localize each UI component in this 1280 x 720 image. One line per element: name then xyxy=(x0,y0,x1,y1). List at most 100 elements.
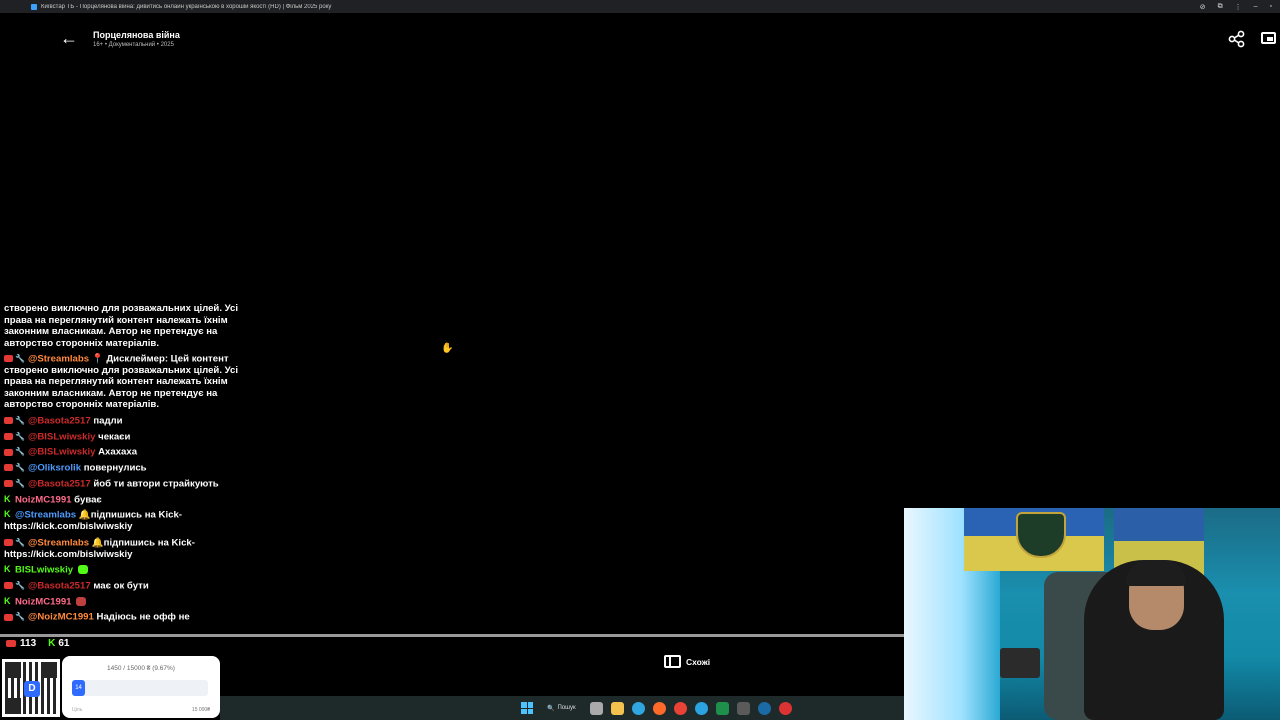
chat-message: K NoizMC1991 буває xyxy=(4,494,240,506)
menu-icon[interactable]: ⋮ xyxy=(1235,3,1242,11)
donation-goal-widget: 1450 / 15000 ₴ (9.67%) 14 Ціль 15 000₴ xyxy=(62,656,220,718)
taskbar-icons: 🔍 Пошук xyxy=(521,701,792,715)
chat-truncated-message: створено виключно для розважальних цілей… xyxy=(4,303,239,349)
donation-goal-amount: 15 000₴ xyxy=(191,707,210,713)
chat-username: @BlSLwiwskiy xyxy=(27,446,96,458)
chat-username: @Streamlabs xyxy=(15,509,77,521)
taskbar-search[interactable]: 🔍 Пошук xyxy=(541,701,582,715)
chat-text: Ахахаха xyxy=(95,446,138,458)
chat-message: K @Streamlabs 🔔підпишись на Kick- https:/… xyxy=(4,509,240,532)
chat-username: @NoizMC1991 xyxy=(27,611,94,623)
youtube-icon xyxy=(4,582,13,590)
moderator-badge-icon: 🔧 xyxy=(15,478,25,488)
chat-text: чекаєи xyxy=(95,430,131,442)
moderator-badge-icon: 🔧 xyxy=(15,463,25,473)
search-icon: 🔍 xyxy=(547,705,555,712)
donation-qr-code: D xyxy=(2,659,60,717)
movie-meta: 16+ • Документальний • 2025 xyxy=(93,42,174,48)
steam-icon[interactable] xyxy=(757,701,771,715)
viewer-counts: 113 K 61 xyxy=(6,638,70,649)
chat-text: йоб ти автори страйкують xyxy=(90,478,219,490)
kick-icon: K xyxy=(4,493,11,504)
chat-username: @Basota2517 xyxy=(27,580,91,592)
donation-progress-fill: 14 xyxy=(72,680,86,696)
donation-progress-track xyxy=(72,680,208,696)
chat-username: @BlSLwiwskiy xyxy=(27,430,96,442)
chat-overlay: створено виключно для розважальних цілей… xyxy=(4,303,240,627)
kick-icon: K xyxy=(4,509,11,520)
terminal-icon[interactable] xyxy=(736,701,750,715)
chat-message: 🔧 @Streamlabs 📍 Дисклеймер: Цей контент с… xyxy=(4,353,240,411)
youtube-icon xyxy=(4,355,13,363)
chat-message: 🔧 @BlSLwiwskiy чекаєи xyxy=(4,431,240,443)
youtube-icon xyxy=(4,417,13,425)
chat-text xyxy=(72,596,75,607)
kick-icon: K xyxy=(48,638,56,649)
chat-text: падли xyxy=(90,415,123,427)
screen: Київстар ТБ - Порцелянова війна: дивитис… xyxy=(0,0,1280,720)
restore-button[interactable]: ▫ xyxy=(1270,3,1272,11)
chat-text: повернулись xyxy=(81,462,147,474)
chat-message: 🔧 @Basota2517 має ок бути xyxy=(4,580,240,592)
youtube-icon xyxy=(4,480,13,488)
chat-message: 🔧 @Streamlabs 🔔підпишись на Kick- https:/… xyxy=(4,537,240,560)
movie-title: Порцелянова війна xyxy=(93,30,180,40)
donation-progress-text: 1450 / 15000 ₴ (9.67%) xyxy=(107,665,175,672)
extensions-icon[interactable]: ⧉ xyxy=(1218,3,1223,11)
chat-message: K BlSLwiwskiy xyxy=(4,564,240,576)
qr-logo: D xyxy=(24,681,40,697)
chrome-icon[interactable] xyxy=(673,701,687,715)
chat-message: 🔧 @NoizMC1991 Надіюсь не офф не xyxy=(4,611,240,623)
moderator-badge-icon: 🔧 xyxy=(15,612,25,622)
task-view-icon[interactable] xyxy=(589,701,603,715)
chat-message: K NoizMC1991 xyxy=(4,596,240,608)
youtube-icon xyxy=(4,464,13,472)
chat-username: @Streamlabs xyxy=(27,537,90,549)
moderator-badge-icon: 🔧 xyxy=(15,431,25,441)
youtube-icon xyxy=(4,448,13,456)
browser-title-bar: Київстар ТБ - Порцелянова війна: дивитис… xyxy=(0,0,1280,13)
film-icon xyxy=(664,655,681,668)
telegram-icon[interactable] xyxy=(694,701,708,715)
playback-progress-bar[interactable] xyxy=(0,634,904,637)
chat-username: @Oliksrolik xyxy=(27,462,82,474)
favicon-icon xyxy=(31,3,37,10)
chat-text: Надіюсь не офф не xyxy=(93,611,190,623)
emote-icon xyxy=(76,596,87,606)
similar-button[interactable]: Схожі xyxy=(664,655,710,668)
firefox-icon[interactable] xyxy=(652,701,666,715)
emote-icon xyxy=(77,565,88,575)
youtube-icon xyxy=(4,613,13,621)
chat-message: 🔧 @Oliksrolik повернулись xyxy=(4,462,240,474)
chat-username: @Basota2517 xyxy=(27,415,91,427)
moderator-badge-icon: 🔧 xyxy=(15,580,25,590)
window-title: Київстар ТБ - Порцелянова війна: дивитис… xyxy=(41,3,332,10)
moderator-badge-icon: 🔧 xyxy=(15,447,25,457)
share-icon[interactable] xyxy=(1228,30,1246,48)
chat-text: має ок бути xyxy=(90,580,149,592)
edge-icon[interactable] xyxy=(631,701,645,715)
chat-text: буває xyxy=(71,493,102,505)
windows-taskbar: 🔍 Пошук xyxy=(220,696,904,720)
picture-in-picture-icon[interactable] xyxy=(1261,32,1276,44)
excel-icon[interactable] xyxy=(715,701,729,715)
search-label: Пошук xyxy=(557,705,576,711)
kick-icon: K xyxy=(4,595,11,606)
kick-icon: K xyxy=(4,564,11,575)
webcam-overlay xyxy=(904,508,1280,720)
minimize-button[interactable]: – xyxy=(1254,3,1258,11)
youtube-icon xyxy=(4,432,13,440)
youtube-viewer-count: 113 xyxy=(6,638,36,649)
chat-message: 🔧 @Basota2517 падли xyxy=(4,415,240,427)
chat-username: BlSLwiwskiy xyxy=(15,564,74,576)
similar-label: Схожі xyxy=(686,656,711,667)
chat-username: @Streamlabs xyxy=(27,353,90,365)
chat-username: NoizMC1991 xyxy=(15,595,72,607)
back-arrow-icon[interactable]: ← xyxy=(60,29,78,47)
file-explorer-icon[interactable] xyxy=(610,701,624,715)
chat-message: 🔧 @Basota2517 йоб ти автори страйкують xyxy=(4,478,240,490)
emblem-icon xyxy=(1016,512,1066,558)
obs-icon[interactable] xyxy=(778,701,792,715)
windows-icon[interactable] xyxy=(521,702,533,714)
eye-off-icon[interactable]: ⊘ xyxy=(1200,3,1206,11)
